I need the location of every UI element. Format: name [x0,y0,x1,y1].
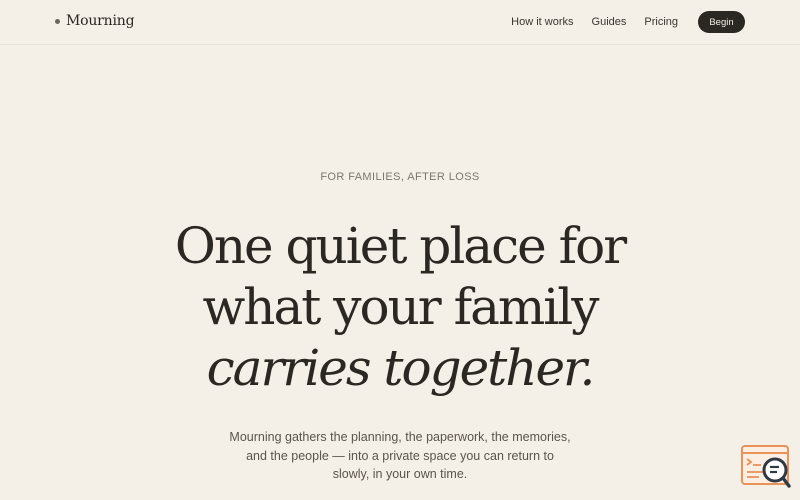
lede-line-2: and the people — into a private space yo… [246,448,554,463]
nav-link-how-it-works[interactable]: How it works [511,16,573,28]
brand-dot-icon [55,18,60,24]
chat-search-icon[interactable] [741,445,791,489]
headline-line-3: carries together. [206,339,596,397]
hero-headline: One quiet place for what your family car… [0,216,800,399]
lede-line-3: slowly, in your own time. [332,467,468,481]
nav-links: How it works Guides Pricing [511,16,678,28]
lede-line-1: Mourning gathers the planning, the paper… [229,430,571,444]
brand-name: Mourning [66,13,135,29]
headline-line-2: what your family [202,278,599,336]
hero-eyebrow: FOR FAMILIES, AFTER LOSS [320,171,480,183]
hero-lede: Mourning gathers the planning, the paper… [210,428,590,484]
top-nav: Mourning How it works Guides Pricing Beg… [0,0,800,45]
nav-link-guides[interactable]: Guides [592,16,627,28]
brand-logo[interactable]: Mourning [55,13,135,29]
help-widget-graphic [741,445,791,488]
headline-line-1: One quiet place for [174,217,627,275]
begin-button[interactable]: Begin [698,11,745,33]
nav-link-pricing[interactable]: Pricing [644,16,678,28]
